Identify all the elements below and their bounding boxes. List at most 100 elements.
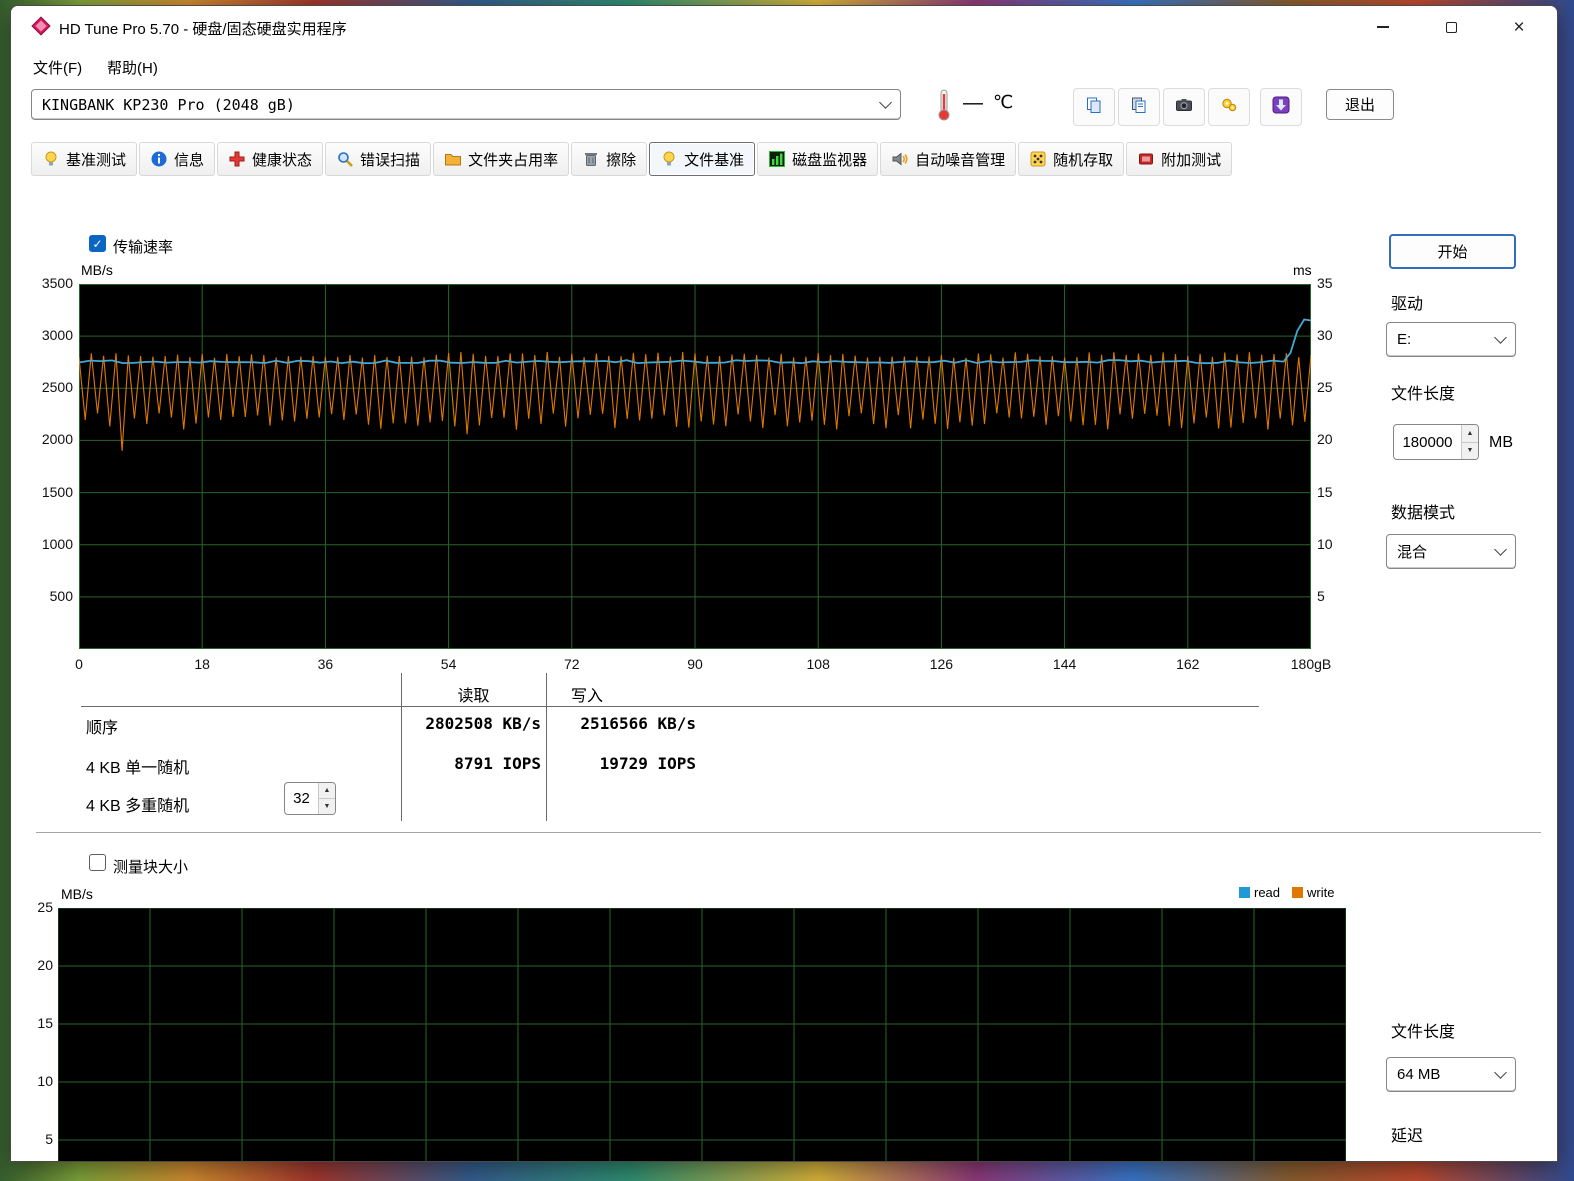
queue-depth-spinner[interactable]: 32 ▲ ▼ xyxy=(284,782,336,815)
y-left-tick: 1500 xyxy=(41,483,73,500)
spin-up-icon: ▲ xyxy=(319,783,335,799)
copy-button[interactable] xyxy=(1073,88,1115,126)
table-divider xyxy=(81,706,1259,707)
y-left-tick: 2500 xyxy=(41,379,73,396)
thermometer-icon xyxy=(934,88,954,127)
block-y-axis-title: MB/s xyxy=(61,886,93,902)
drive-dropdown[interactable]: E: xyxy=(1386,322,1516,357)
maximize-icon xyxy=(1445,21,1457,33)
close-icon: × xyxy=(1513,16,1525,38)
desktop-wallpaper: { "window": { "title": "HD Tune Pro 5.70… xyxy=(0,0,1574,1181)
minimize-button[interactable] xyxy=(1360,10,1406,44)
data-mode-label: 数据模式 xyxy=(1391,505,1456,522)
y-left-tick: 3500 xyxy=(41,275,73,291)
temperature-unit: ℃ xyxy=(993,92,1014,112)
tab-disk-monitor[interactable]: 磁盘监视器 xyxy=(757,142,879,176)
chevron-down-icon xyxy=(1494,543,1507,556)
chevron-down-icon xyxy=(1494,1066,1507,1079)
spin-down-icon: ▼ xyxy=(1462,442,1478,459)
benchmark-icon xyxy=(42,150,60,168)
tab-file-benchmark[interactable]: 文件基准 xyxy=(649,142,756,176)
legend-read-swatch xyxy=(1239,887,1250,898)
menu-help[interactable]: 帮助(H) xyxy=(99,53,166,81)
tab-folder-usage[interactable]: 文件夹占用率 xyxy=(433,142,570,176)
y-right-tick: 10 xyxy=(1317,535,1333,552)
screenshot-button[interactable] xyxy=(1163,88,1205,126)
spin-up-icon: ▲ xyxy=(1462,425,1478,443)
tab-benchmark[interactable]: 基准测试 xyxy=(31,142,138,176)
error-scan-icon xyxy=(336,150,354,168)
block-y-tick: 10 xyxy=(37,1073,53,1089)
aam-icon xyxy=(891,150,909,168)
block-y-tick: 20 xyxy=(37,957,53,973)
data-mode-dropdown[interactable]: 混合 xyxy=(1386,534,1516,569)
tab-erase[interactable]: 擦除 xyxy=(571,142,648,176)
block-size-chart xyxy=(57,907,1347,1161)
disk-monitor-icon xyxy=(768,150,786,168)
tab-extra-tests[interactable]: 附加测试 xyxy=(1126,142,1233,176)
block-size-label: 测量块大小 xyxy=(113,859,189,876)
table-divider xyxy=(546,673,547,821)
spin-down-icon: ▼ xyxy=(319,799,335,814)
gears-icon xyxy=(1220,96,1238,119)
info-icon xyxy=(150,150,168,168)
legend-write-label: write xyxy=(1307,885,1335,900)
transfer-rate-chart xyxy=(78,283,1312,649)
copy-icon xyxy=(1085,96,1103,119)
download-icon xyxy=(1272,96,1290,119)
block-size-checkbox[interactable] xyxy=(89,854,106,871)
tab-aam[interactable]: 自动噪音管理 xyxy=(880,142,1017,176)
x-tick: 54 xyxy=(440,656,457,672)
y-right-tick: 15 xyxy=(1317,483,1333,500)
copy-text-button[interactable] xyxy=(1118,88,1160,126)
x-tick: 126 xyxy=(929,656,954,672)
y-right-axis-title: ms xyxy=(1293,262,1312,278)
sequential-write-value: 2516566 KB/s xyxy=(580,714,696,733)
tab-random-access[interactable]: 随机存取 xyxy=(1018,142,1125,176)
read-column-header: 读取 xyxy=(457,688,490,705)
health-icon xyxy=(228,150,246,168)
file-length-spinner[interactable]: 180000 ▲ ▼ xyxy=(1393,424,1479,460)
y-left-tick: 500 xyxy=(49,587,73,604)
legend-read-label: read xyxy=(1254,885,1281,900)
sequential-read-value: 2802508 KB/s xyxy=(425,714,541,733)
drive-label: 驱动 xyxy=(1391,296,1424,313)
block-y-tick: 25 xyxy=(37,899,53,915)
tab-error-scan[interactable]: 错误扫描 xyxy=(325,142,432,176)
block-y-tick: 15 xyxy=(37,1015,53,1031)
file-length-unit: MB xyxy=(1489,434,1513,451)
close-button[interactable]: × xyxy=(1496,10,1542,44)
options-button[interactable] xyxy=(1208,88,1250,126)
random-access-icon xyxy=(1029,150,1047,168)
transfer-rate-checkbox[interactable]: ✓ xyxy=(89,235,106,252)
start-button[interactable]: 开始 xyxy=(1389,234,1516,269)
maximize-button[interactable] xyxy=(1428,10,1474,44)
x-tick: 72 xyxy=(564,656,580,672)
tab-info[interactable]: 信息 xyxy=(139,142,216,176)
row-label-4kb-single: 4 KB 单一随机 xyxy=(86,760,190,777)
file-benchmark-icon xyxy=(660,150,678,168)
y-left-tick: 3000 xyxy=(41,327,73,344)
drive-selector[interactable]: KINGBANK KP230 Pro (2048 gB) xyxy=(31,89,901,120)
temperature-value: — xyxy=(963,92,983,114)
file-length-label: 文件长度 xyxy=(1391,386,1456,403)
x-tick: 18 xyxy=(194,656,210,672)
latency-label: 延迟 xyxy=(1391,1128,1424,1145)
y-left-axis-title: MB/s xyxy=(81,262,113,278)
chevron-down-icon xyxy=(879,96,892,109)
tab-health[interactable]: 健康状态 xyxy=(217,142,324,176)
camera-icon xyxy=(1175,96,1193,119)
copy-text-icon xyxy=(1130,96,1148,119)
exit-button[interactable]: 退出 xyxy=(1326,89,1394,120)
app-window: HD Tune Pro 5.70 - 硬盘/固态硬盘实用程序 × 文件(F) 帮… xyxy=(10,5,1558,1162)
app-icon xyxy=(31,16,51,41)
x-tick: 90 xyxy=(687,656,703,672)
menu-file[interactable]: 文件(F) xyxy=(25,53,90,81)
x-tick: 108 xyxy=(806,656,830,672)
section-divider xyxy=(36,832,1541,833)
row-label-4kb-multi: 4 KB 多重随机 xyxy=(86,798,190,815)
block-y-tick: 5 xyxy=(45,1131,53,1147)
y-left-tick: 1000 xyxy=(41,535,73,552)
bottom-file-length-dropdown[interactable]: 64 MB xyxy=(1386,1057,1516,1092)
update-download-button[interactable] xyxy=(1260,88,1302,126)
